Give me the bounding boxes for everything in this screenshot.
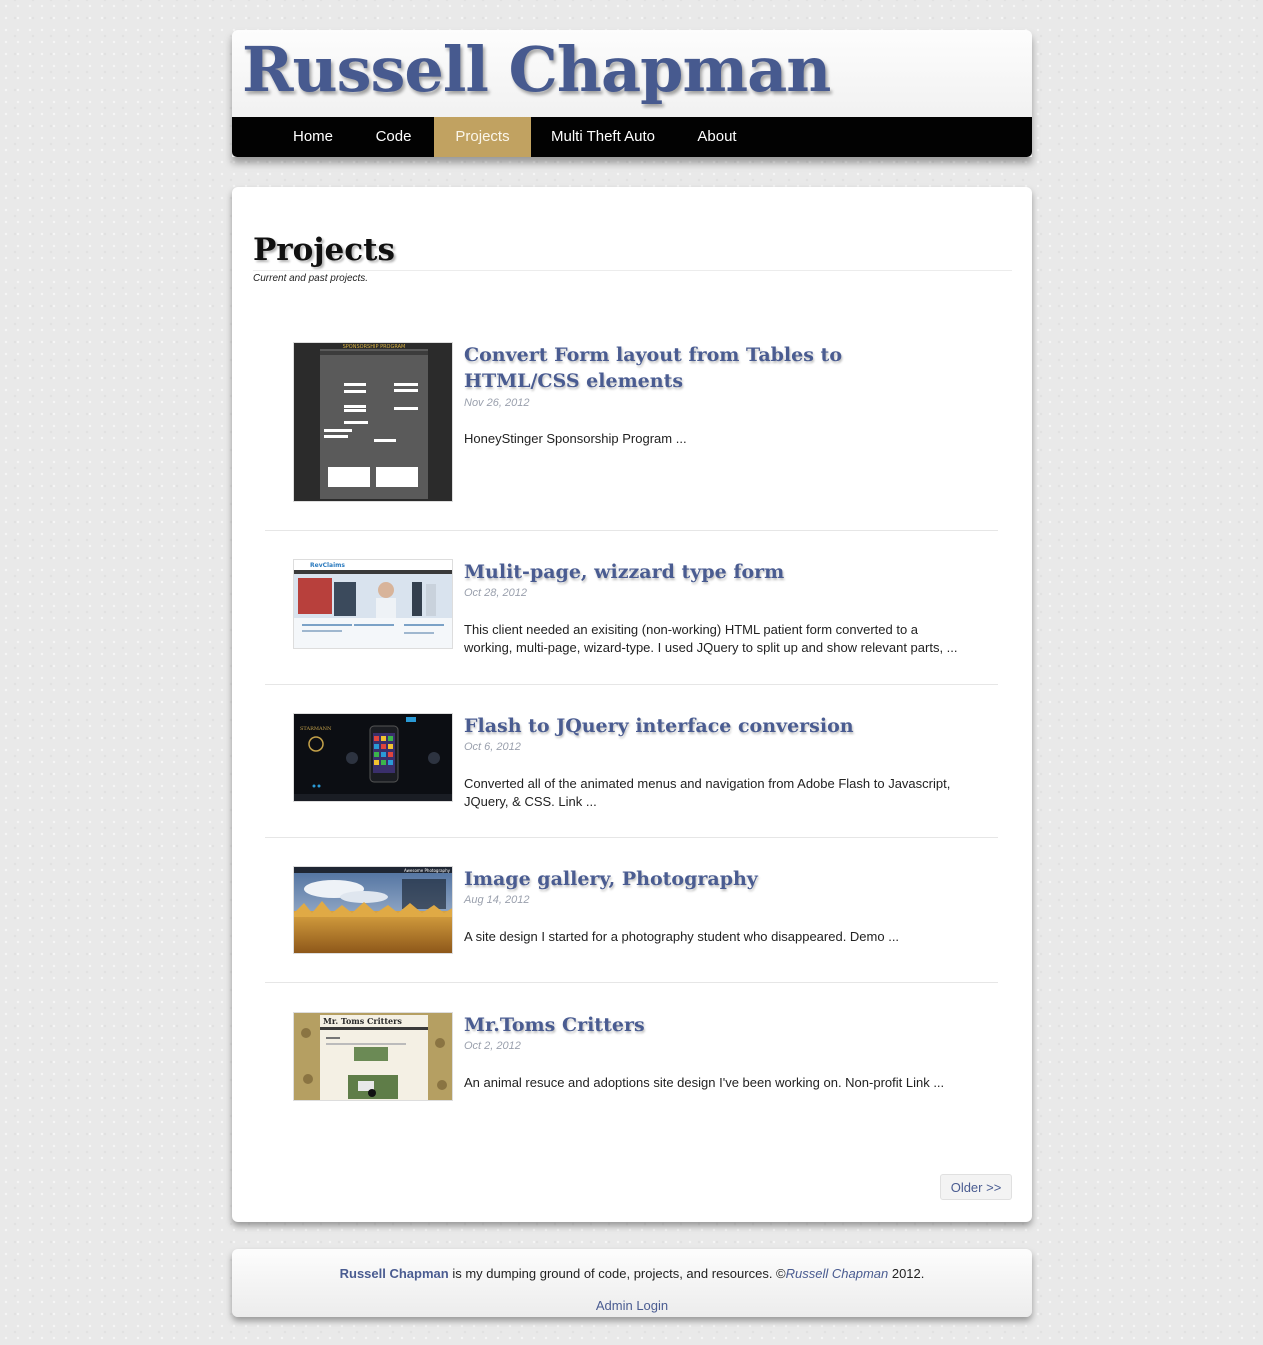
- post-divider: [265, 982, 998, 983]
- admin-login-link[interactable]: Admin Login: [232, 1298, 1032, 1313]
- post-excerpt: HoneyStinger Sponsorship Program ...: [464, 431, 687, 446]
- post-item: STARMANN Flash to JQuery interface conve…: [293, 713, 973, 809]
- post-title[interactable]: Convert Form layout from Tables to HTML/…: [464, 342, 924, 394]
- post-title[interactable]: Image gallery, Photography: [464, 866, 924, 892]
- post-item: Mr. Toms Critters Mr.Toms Critters Oct 2…: [293, 1012, 973, 1101]
- animal-rescue-screenshot-image: Mr. Toms Critters: [294, 1013, 452, 1100]
- post-title[interactable]: Mr.Toms Critters: [464, 1012, 924, 1038]
- post-divider: [265, 684, 998, 685]
- post-excerpt: Converted all of the animated menus and …: [464, 776, 951, 809]
- wheat-field-photo-image: Awesome Photography: [294, 867, 452, 953]
- site-title[interactable]: Russell Chapman: [242, 34, 831, 106]
- footer-text: Russell Chapman is my dumping ground of …: [232, 1266, 1032, 1281]
- form-screenshot-image: SPONSORSHIP PROGRAM: [294, 343, 452, 501]
- post-date: Nov 26, 2012: [464, 397, 530, 409]
- thumb-caption: Mr. Toms Critters: [323, 1016, 402, 1026]
- site-header: Russell Chapman Home Code Projects Multi…: [232, 30, 1032, 157]
- footer-author-link[interactable]: Russell Chapman: [786, 1266, 889, 1281]
- footer-year: 2012.: [888, 1266, 925, 1281]
- post-thumbnail[interactable]: Awesome Photography: [293, 866, 453, 954]
- footer-description: is my dumping ground of code, projects, …: [448, 1266, 786, 1281]
- site-footer: Russell Chapman is my dumping ground of …: [232, 1249, 1032, 1317]
- page-title: Projects: [253, 232, 395, 268]
- nav-home[interactable]: Home: [273, 117, 353, 157]
- older-posts-button[interactable]: Older >>: [940, 1174, 1012, 1200]
- thumb-caption: STARMANN: [300, 726, 332, 732]
- main-content: Projects Current and past projects. SPON…: [232, 187, 1032, 1222]
- post-date: Oct 2, 2012: [464, 1040, 521, 1052]
- footer-brand-link[interactable]: Russell Chapman: [340, 1266, 449, 1281]
- post-excerpt: This client needed an exisiting (non-wor…: [464, 622, 958, 655]
- post-divider: [265, 530, 998, 531]
- nav-about[interactable]: About: [682, 117, 752, 157]
- thumb-caption: Awesome Photography: [404, 868, 451, 873]
- title-divider: [253, 270, 1012, 271]
- post-title[interactable]: Flash to JQuery interface conversion: [464, 713, 924, 739]
- post-item: Awesome Photography Image gallery, Photo…: [293, 866, 973, 955]
- main-nav: Home Code Projects Multi Theft Auto Abou…: [232, 117, 1032, 157]
- post-date: Aug 14, 2012: [464, 894, 530, 906]
- post-date: Oct 6, 2012: [464, 741, 521, 753]
- nav-multi-theft-auto[interactable]: Multi Theft Auto: [538, 117, 668, 157]
- post-excerpt: A site design I started for a photograph…: [464, 929, 900, 944]
- post-thumbnail[interactable]: STARMANN: [293, 713, 453, 802]
- post-thumbnail[interactable]: Mr. Toms Critters: [293, 1012, 453, 1101]
- post-item: SPONSORSHIP PROGRAM Convert Form layout …: [293, 342, 973, 504]
- post-date: Oct 28, 2012: [464, 587, 527, 599]
- nav-projects[interactable]: Projects: [434, 117, 531, 157]
- post-thumbnail[interactable]: RevClaims: [293, 559, 453, 649]
- post-divider: [265, 837, 998, 838]
- page-subtitle: Current and past projects.: [253, 273, 369, 284]
- thumb-caption: RevClaims: [310, 562, 345, 569]
- wizard-form-screenshot-image: RevClaims: [294, 560, 452, 648]
- post-title[interactable]: Mulit-page, wizzard type form: [464, 559, 924, 585]
- thumb-caption: SPONSORSHIP PROGRAM: [343, 344, 406, 350]
- nav-code[interactable]: Code: [357, 117, 430, 157]
- phone-app-screenshot-image: STARMANN: [294, 714, 452, 801]
- post-item: RevClaims Mulit-page, wizzard type form …: [293, 559, 973, 655]
- post-excerpt: An animal resuce and adoptions site desi…: [464, 1075, 945, 1090]
- post-thumbnail[interactable]: SPONSORSHIP PROGRAM: [293, 342, 453, 502]
